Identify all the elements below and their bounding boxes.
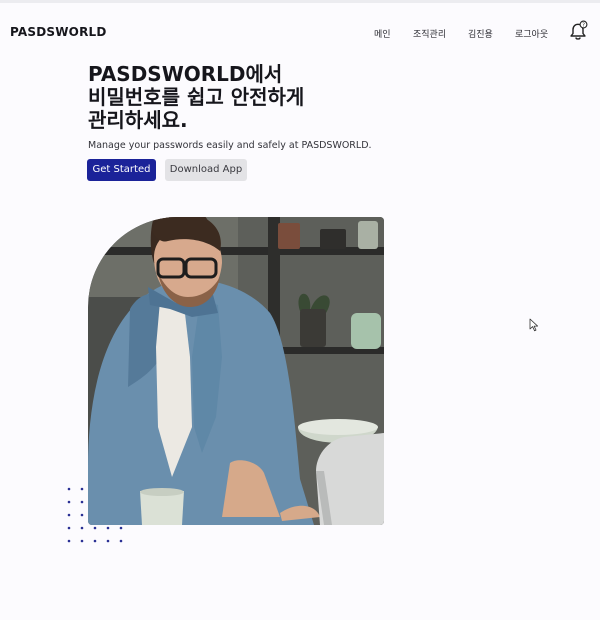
nav-item-user[interactable]: 김진용 xyxy=(468,27,493,40)
bell-icon[interactable]: ? xyxy=(566,19,590,43)
hero-subtitle: Manage your passwords easily and safely … xyxy=(88,140,372,151)
hero-title: PASDSWORLD에서 비밀번호를 쉽고 안전하게 관리하세요. xyxy=(88,63,418,132)
nav-item-logout[interactable]: 로그아웃 xyxy=(515,27,548,40)
hero-title-line-2: 비밀번호를 쉽고 안전하게 xyxy=(88,85,305,109)
brand-logo[interactable]: PASDSWORLD xyxy=(10,25,107,39)
hero-title-line-3: 관리하세요. xyxy=(88,108,188,132)
hero-title-line-1: PASDSWORLD에서 xyxy=(88,62,283,86)
get-started-button[interactable]: Get Started xyxy=(87,159,156,181)
hero-photo xyxy=(88,217,384,525)
download-app-button[interactable]: Download App xyxy=(165,159,247,181)
mouse-cursor-icon xyxy=(529,318,538,332)
nav-item-main[interactable]: 메인 xyxy=(374,27,391,40)
svg-text:?: ? xyxy=(582,23,585,29)
site-header: PASDSWORLD 메인 조직관리 김진용 로그아웃 ? xyxy=(0,3,600,58)
nav-item-organization[interactable]: 조직관리 xyxy=(413,27,446,40)
